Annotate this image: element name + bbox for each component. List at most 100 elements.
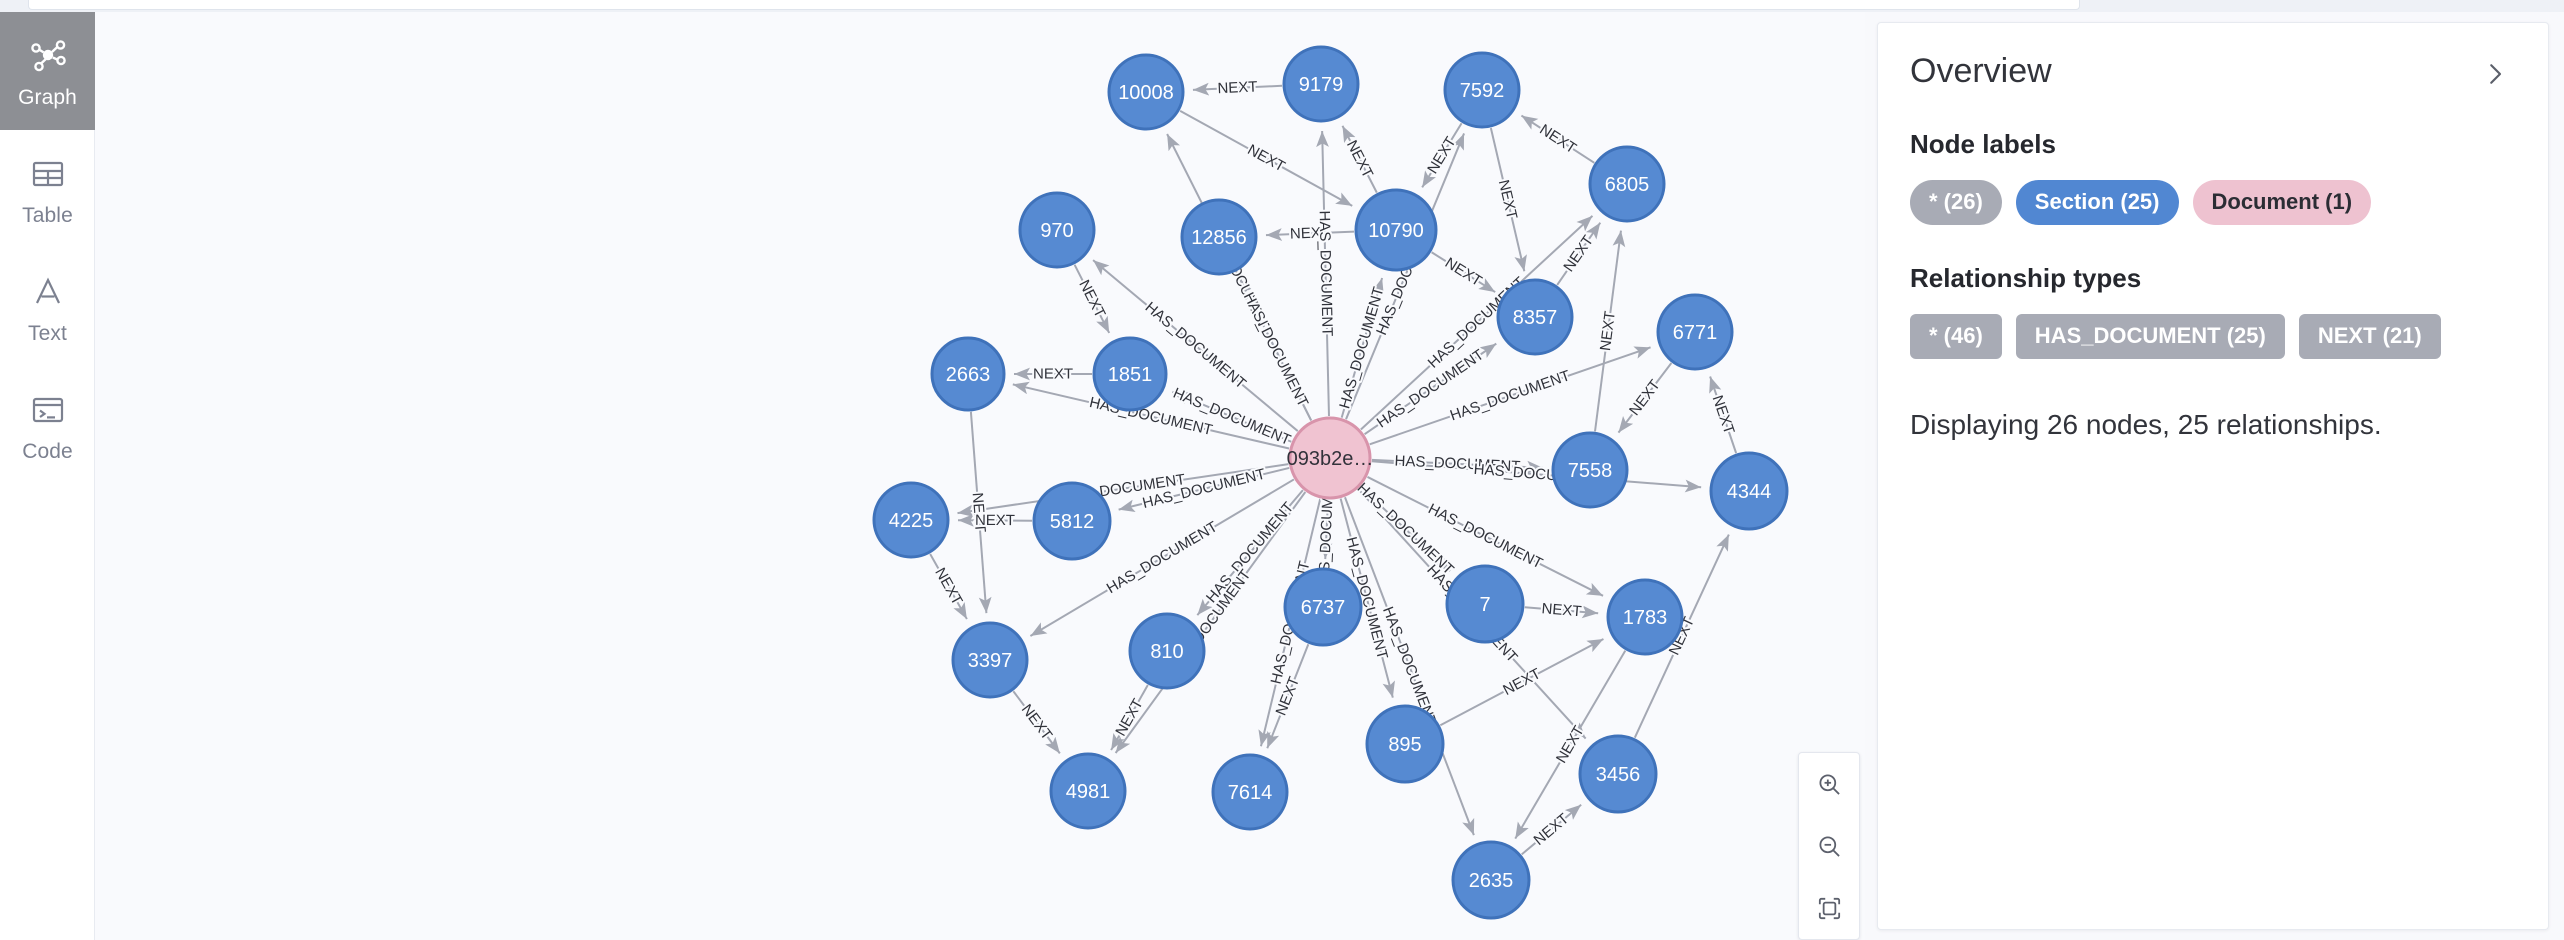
- node-label-chip-document[interactable]: Document (1): [2192, 180, 2372, 225]
- chevron-right-icon: [2490, 64, 2502, 84]
- node-circle[interactable]: [1443, 51, 1521, 129]
- graph-node-section[interactable]: 970: [1018, 191, 1096, 269]
- node-labels-chip-row: * (26) Section (25) Document (1): [1910, 180, 2516, 225]
- graph-node-section[interactable]: 7614: [1211, 753, 1289, 831]
- graph-icon: [26, 34, 70, 78]
- graph-node-section[interactable]: 5812: [1032, 481, 1112, 561]
- graph-node-section[interactable]: 9179: [1282, 45, 1360, 123]
- graph-node-section[interactable]: 1851: [1092, 336, 1168, 412]
- relationship-chip-next[interactable]: NEXT (21): [2298, 313, 2441, 359]
- graph-node-section[interactable]: 6737: [1283, 567, 1363, 647]
- graph-node-section[interactable]: 810: [1128, 612, 1206, 690]
- fit-to-screen-icon: [1818, 897, 1840, 919]
- sidebar-item-table[interactable]: Table: [0, 130, 95, 248]
- graph-edge-label: NEXT: [1018, 701, 1056, 743]
- fit-to-screen-button[interactable]: [1799, 877, 1859, 939]
- graph-edge-label: NEXT: [1531, 810, 1573, 849]
- node-circle[interactable]: [1092, 336, 1168, 412]
- relationship-chip-all[interactable]: * (46): [1910, 313, 2002, 359]
- graph-edge-label: NEXT: [1500, 665, 1543, 699]
- node-label-chip-section[interactable]: Section (25): [2015, 180, 2179, 225]
- page-title: Overview: [1910, 52, 2052, 90]
- graph-edge-label: HAS_DOCUMENT: [1354, 480, 1457, 579]
- node-circle[interactable]: [1354, 188, 1438, 272]
- node-circle[interactable]: [1283, 567, 1363, 647]
- node-label-chip-all[interactable]: * (26): [1910, 180, 2002, 225]
- graph-node-section[interactable]: 2663: [930, 336, 1006, 412]
- node-circle[interactable]: [872, 481, 950, 559]
- sidebar-item-label: Text: [28, 322, 67, 345]
- graph-node-section[interactable]: 4981: [1049, 752, 1127, 830]
- node-circle[interactable]: [1128, 612, 1206, 690]
- node-circle[interactable]: [951, 621, 1029, 699]
- neo4j-graph-result-view: Graph Table Text Code NEXT NEXT NEXT NEX…: [0, 0, 2564, 940]
- graph-node-section[interactable]: 3456: [1578, 734, 1658, 814]
- graph-node-section[interactable]: 12856: [1180, 198, 1258, 276]
- node-circle[interactable]: [1656, 293, 1734, 371]
- graph-node-document[interactable]: 093b2e…: [1287, 416, 1374, 500]
- node-circle[interactable]: [1445, 564, 1525, 644]
- zoom-in-button[interactable]: [1799, 753, 1859, 815]
- node-circle[interactable]: [1211, 753, 1289, 831]
- graph-edge-label: HAS_DOCUMENT: [1316, 210, 1336, 336]
- graph-node-section[interactable]: 10008: [1107, 53, 1185, 131]
- graph-node-section[interactable]: 4344: [1709, 451, 1789, 531]
- sidebar-item-label: Graph: [18, 86, 77, 109]
- overview-panel: Overview Node labels * (26) Section (25)…: [1877, 22, 2549, 930]
- node-circle[interactable]: [1709, 451, 1789, 531]
- node-circle[interactable]: [1606, 578, 1684, 656]
- sidebar-item-label: Table: [22, 204, 73, 227]
- graph-node-section[interactable]: 1783: [1606, 578, 1684, 656]
- graph-edge-label: NEXT: [1709, 393, 1738, 436]
- graph-edge-label: HAS_DOCUMENT: [1448, 367, 1573, 424]
- graph-edge-label: NEXT: [1245, 141, 1288, 175]
- node-circle[interactable]: [1180, 198, 1258, 276]
- node-circle[interactable]: [1496, 278, 1574, 356]
- node-circle[interactable]: [1288, 416, 1372, 500]
- graph-node-section[interactable]: 7558: [1551, 431, 1629, 509]
- graph-edge-label: NEXT: [1541, 600, 1582, 620]
- node-circle[interactable]: [1018, 191, 1096, 269]
- graph-node-section[interactable]: 7592: [1443, 51, 1521, 129]
- graph-node-section[interactable]: 2635: [1451, 840, 1531, 920]
- sidebar-item-graph[interactable]: Graph: [0, 12, 95, 130]
- graph-edge-label: NEXT: [1495, 178, 1521, 221]
- graph-node-section[interactable]: 3397: [951, 621, 1029, 699]
- graph-summary-text: Displaying 26 nodes, 25 relationships.: [1910, 408, 2382, 440]
- graph-node-section[interactable]: 7: [1445, 564, 1525, 644]
- graph-canvas[interactable]: NEXT NEXT NEXT NEXT NEXT NEXT NEXT NEXT NEXT NEXT…: [95, 12, 1865, 940]
- graph-node-section[interactable]: 895: [1365, 704, 1445, 784]
- graph-node-section[interactable]: 6771: [1656, 293, 1734, 371]
- graph-node-section[interactable]: 10790: [1354, 188, 1438, 272]
- zoom-in-icon: [1818, 773, 1840, 795]
- sidebar-item-code[interactable]: Code: [0, 366, 95, 484]
- graph-edge-label: NEXT: [1217, 78, 1258, 97]
- node-circle[interactable]: [1551, 431, 1629, 509]
- code-icon: [26, 388, 70, 432]
- zoom-out-button[interactable]: [1799, 815, 1859, 877]
- node-circle[interactable]: [1451, 840, 1531, 920]
- editor-bottom-strip: [0, 0, 2564, 12]
- node-circle[interactable]: [1578, 734, 1658, 814]
- graph-node-section[interactable]: 4225: [872, 481, 950, 559]
- sidebar-item-text[interactable]: Text: [0, 248, 95, 366]
- graph-visualization[interactable]: NEXT NEXT NEXT NEXT NEXT NEXT NEXT NEXT NEXT NEXT…: [95, 12, 1865, 940]
- graph-node-section[interactable]: 8357: [1496, 278, 1574, 356]
- relationship-chip-has-document[interactable]: HAS_DOCUMENT (25): [2015, 313, 2285, 359]
- collapse-panel-button[interactable]: [2478, 57, 2512, 91]
- node-circle[interactable]: [1049, 752, 1127, 830]
- graph-node-section[interactable]: 6805: [1588, 145, 1666, 223]
- node-circle[interactable]: [1588, 145, 1666, 223]
- node-circle[interactable]: [1107, 53, 1185, 131]
- zoom-controls: [1798, 752, 1860, 940]
- node-circle[interactable]: [1032, 481, 1112, 561]
- node-labels-heading: Node labels: [1910, 129, 2056, 159]
- node-circle[interactable]: [1365, 704, 1445, 784]
- graph-edge-label: HAS_DOCUMENT: [1336, 285, 1387, 411]
- graph-edge-label: NEXT: [1033, 366, 1073, 383]
- node-circle[interactable]: [930, 336, 1006, 412]
- node-circle[interactable]: [1282, 45, 1360, 123]
- graph-edge-label: NEXT: [1597, 310, 1619, 352]
- relationship-types-heading: Relationship types: [1910, 262, 2142, 293]
- view-mode-rail: Graph Table Text Code: [0, 12, 95, 940]
